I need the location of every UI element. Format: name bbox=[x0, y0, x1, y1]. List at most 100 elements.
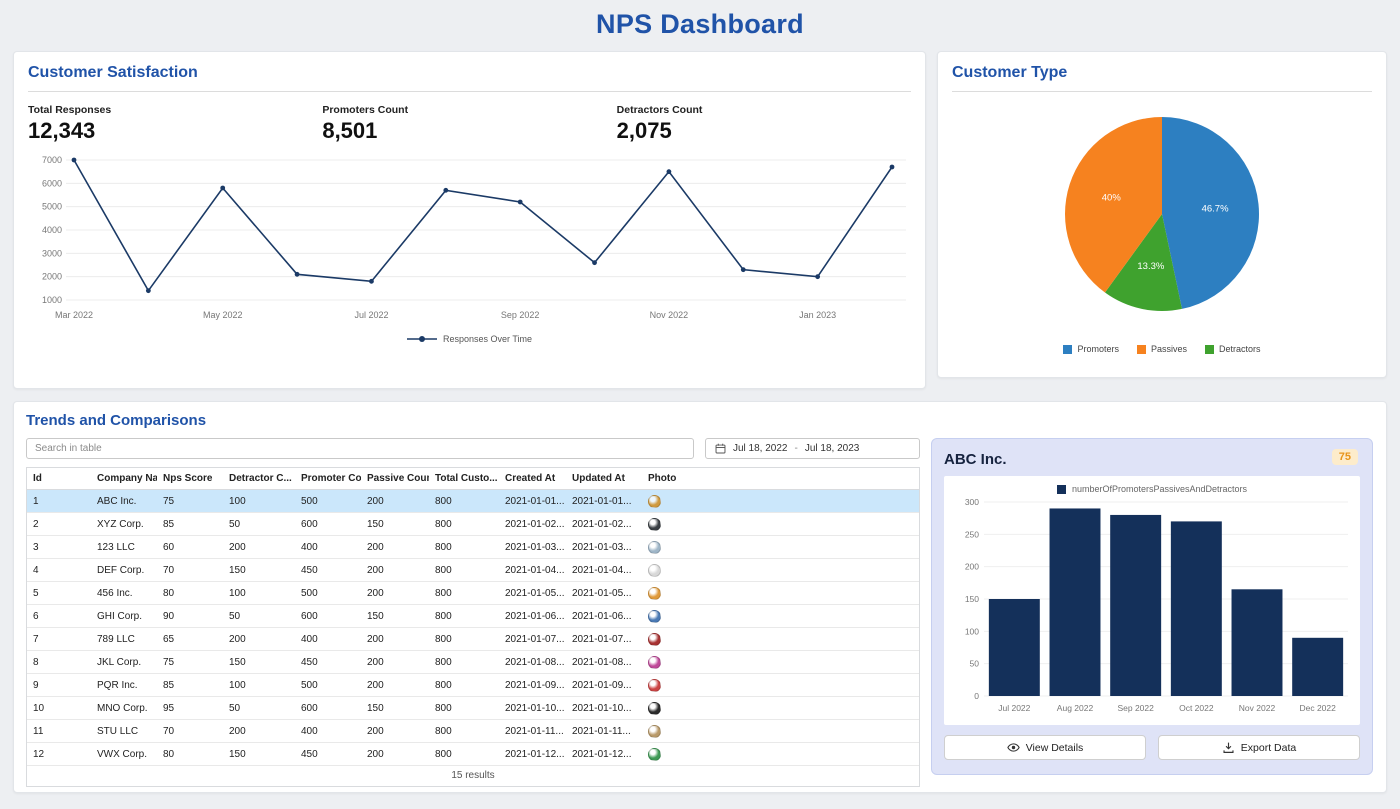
photo-cell bbox=[642, 697, 919, 720]
svg-text:4000: 4000 bbox=[42, 225, 62, 235]
table-row[interactable]: 10MNO Corp.95506001508002021-01-10...202… bbox=[27, 697, 919, 720]
table-cell: 800 bbox=[429, 513, 499, 536]
table-cell: 200 bbox=[361, 743, 429, 766]
metrics-row: Total Responses 12,343 Promoters Count 8… bbox=[28, 104, 911, 144]
detail-buttons-row: View Details Export Data bbox=[944, 735, 1360, 760]
table-cell: 100 bbox=[223, 490, 295, 513]
table-header-cell[interactable]: Photo bbox=[642, 468, 919, 490]
table-cell: STU LLC bbox=[91, 720, 157, 743]
photo-cell bbox=[642, 628, 919, 651]
table-row[interactable]: 9PQR Inc.851005002008002021-01-09...2021… bbox=[27, 674, 919, 697]
table-cell: 2021-01-08... bbox=[566, 651, 642, 674]
table-row[interactable]: 1ABC Inc.751005002008002021-01-01...2021… bbox=[27, 490, 919, 513]
table-cell: 2021-01-03... bbox=[566, 536, 642, 559]
photo-cell bbox=[642, 582, 919, 605]
table-cell: 200 bbox=[223, 536, 295, 559]
legend-item: Passives bbox=[1137, 344, 1187, 354]
avatar bbox=[648, 656, 661, 669]
table-header-cell[interactable]: Detractor C... bbox=[223, 468, 295, 490]
photo-cell bbox=[642, 674, 919, 697]
company-name: ABC Inc. bbox=[944, 451, 1360, 468]
table-row[interactable]: 5456 Inc.801005002008002021-01-05...2021… bbox=[27, 582, 919, 605]
table-header-cell[interactable]: Id bbox=[27, 468, 91, 490]
table-row[interactable]: 3123 LLC602004002008002021-01-03...2021-… bbox=[27, 536, 919, 559]
avatar bbox=[648, 702, 661, 715]
table-cell: 200 bbox=[361, 582, 429, 605]
table-cell: 200 bbox=[361, 559, 429, 582]
legend-item: Promoters bbox=[1063, 344, 1119, 354]
table-cell: 400 bbox=[295, 720, 361, 743]
customer-type-pie-chart: 46.7%13.3%40% bbox=[952, 98, 1372, 334]
table-row[interactable]: 11STU LLC702004002008002021-01-11...2021… bbox=[27, 720, 919, 743]
customer-type-card: Customer Type 46.7%13.3%40% PromotersPas… bbox=[937, 51, 1387, 378]
table-cell: 95 bbox=[157, 697, 223, 720]
table-cell: 2021-01-02... bbox=[499, 513, 566, 536]
table-row[interactable]: 7789 LLC652004002008002021-01-07...2021-… bbox=[27, 628, 919, 651]
photo-cell bbox=[642, 743, 919, 766]
avatar bbox=[648, 633, 661, 646]
table-row[interactable]: 8JKL Corp.751504502008002021-01-08...202… bbox=[27, 651, 919, 674]
table-cell: 90 bbox=[157, 605, 223, 628]
table-cell: 1 bbox=[27, 490, 91, 513]
table-cell: 80 bbox=[157, 582, 223, 605]
table-header-cell[interactable]: Total Custo... bbox=[429, 468, 499, 490]
table-header-cell[interactable]: Passive Count bbox=[361, 468, 429, 490]
table-cell: DEF Corp. bbox=[91, 559, 157, 582]
table-header-cell[interactable]: Created At bbox=[499, 468, 566, 490]
table-cell: 200 bbox=[223, 720, 295, 743]
calendar-icon bbox=[715, 443, 726, 454]
table-cell: 150 bbox=[223, 559, 295, 582]
table-cell: 2021-01-01... bbox=[499, 490, 566, 513]
bar-legend-swatch bbox=[1057, 485, 1066, 494]
table-cell: 100 bbox=[223, 674, 295, 697]
table-cell: 2021-01-05... bbox=[499, 582, 566, 605]
svg-text:150: 150 bbox=[965, 594, 979, 604]
line-legend-marker bbox=[407, 335, 437, 343]
legend-item: Detractors bbox=[1205, 344, 1261, 354]
date-range-picker[interactable]: Jul 18, 2022 - Jul 18, 2023 bbox=[705, 438, 920, 459]
avatar bbox=[648, 610, 661, 623]
legend-swatch bbox=[1063, 345, 1072, 354]
trends-title: Trends and Comparisons bbox=[26, 412, 1374, 429]
table-cell: 400 bbox=[295, 536, 361, 559]
table-header-cell[interactable]: Nps Score bbox=[157, 468, 223, 490]
table-cell: 70 bbox=[157, 720, 223, 743]
table-row[interactable]: 4DEF Corp.701504502008002021-01-04...202… bbox=[27, 559, 919, 582]
pie-chart-svg: 46.7%13.3%40% bbox=[1042, 98, 1282, 334]
legend-swatch bbox=[1205, 345, 1214, 354]
table-cell: 150 bbox=[361, 605, 429, 628]
table-cell: 500 bbox=[295, 674, 361, 697]
search-input[interactable] bbox=[26, 438, 694, 459]
table-cell: 2021-01-05... bbox=[566, 582, 642, 605]
table-cell: GHI Corp. bbox=[91, 605, 157, 628]
table-cell: 800 bbox=[429, 628, 499, 651]
date-range-separator: - bbox=[795, 443, 798, 454]
table-cell: 800 bbox=[429, 490, 499, 513]
date-range-start[interactable]: Jul 18, 2022 bbox=[733, 443, 788, 454]
svg-text:Jul 2022: Jul 2022 bbox=[998, 703, 1030, 713]
table-cell: 50 bbox=[223, 605, 295, 628]
table-cell: 2021-01-04... bbox=[566, 559, 642, 582]
table-cell: 800 bbox=[429, 605, 499, 628]
export-data-button[interactable]: Export Data bbox=[1158, 735, 1360, 760]
table-cell: 2021-01-03... bbox=[499, 536, 566, 559]
table-cell: 5 bbox=[27, 582, 91, 605]
table-row[interactable]: 2XYZ Corp.85506001508002021-01-02...2021… bbox=[27, 513, 919, 536]
view-details-button[interactable]: View Details bbox=[944, 735, 1146, 760]
export-data-label: Export Data bbox=[1241, 742, 1296, 754]
table-header-cell[interactable]: Updated At bbox=[566, 468, 642, 490]
table-cell: 500 bbox=[295, 490, 361, 513]
table-cell: 100 bbox=[223, 582, 295, 605]
table-cell: 7 bbox=[27, 628, 91, 651]
table-row[interactable]: 6GHI Corp.90506001508002021-01-06...2021… bbox=[27, 605, 919, 628]
pie-chart-legend: Promoters Passives Detractors bbox=[952, 344, 1372, 354]
table-header-cell[interactable]: Company Na... bbox=[91, 468, 157, 490]
table-cell: 200 bbox=[223, 628, 295, 651]
table-header-cell[interactable]: Promoter Co... bbox=[295, 468, 361, 490]
svg-text:Sep 2022: Sep 2022 bbox=[1117, 703, 1154, 713]
date-range-end[interactable]: Jul 18, 2023 bbox=[805, 443, 860, 454]
photo-cell bbox=[642, 651, 919, 674]
metric-promoters-count: Promoters Count 8,501 bbox=[322, 104, 616, 144]
photo-cell bbox=[642, 536, 919, 559]
table-row[interactable]: 12VWX Corp.801504502008002021-01-12...20… bbox=[27, 743, 919, 766]
